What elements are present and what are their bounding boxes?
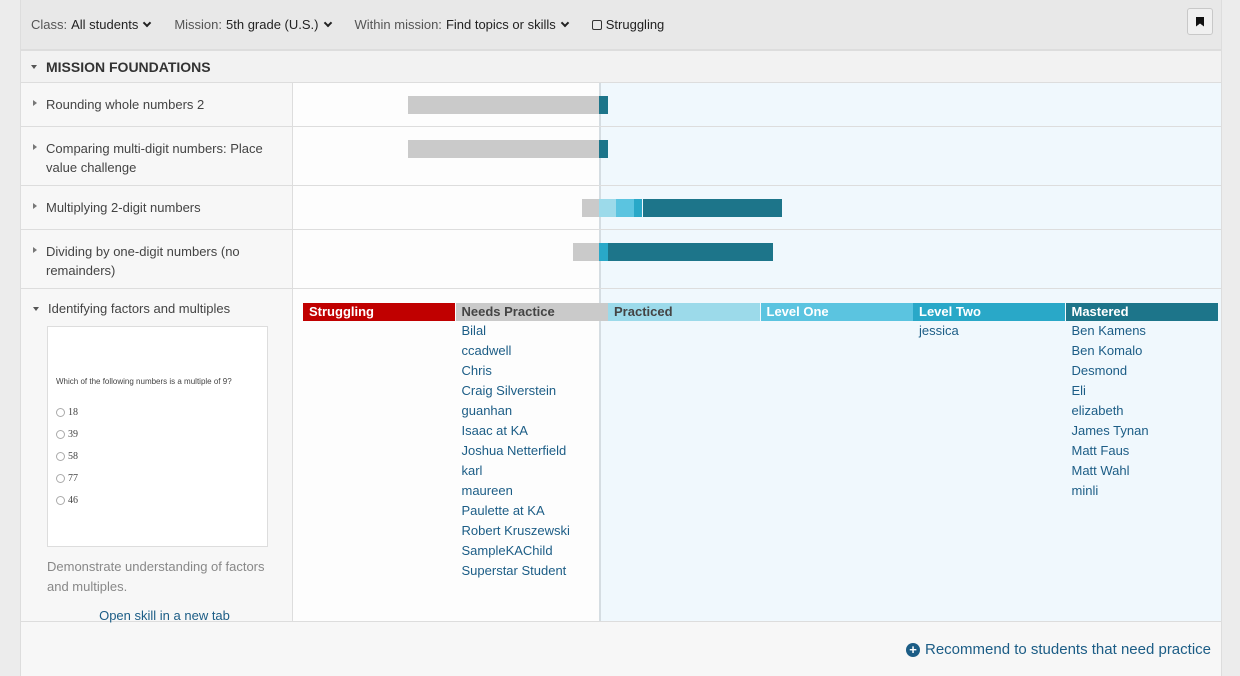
student-link[interactable]: Bilal (456, 321, 570, 341)
student-link[interactable]: Ben Kamens (1066, 321, 1149, 341)
bar-practiced[interactable] (599, 199, 617, 217)
skill-title[interactable]: Multiplying 2-digit numbers (46, 198, 201, 229)
student-list: jessica (913, 321, 959, 341)
expanded-skill-row: Identifying factors and multiples Which … (21, 289, 1221, 625)
bar-needs-practice[interactable] (407, 96, 599, 114)
skill-title[interactable]: Comparing multi-digit numbers: Place val… (46, 139, 282, 185)
bar-level-two[interactable] (599, 243, 608, 261)
mastery-breakdown: Struggling Needs Practice Bilal ccadwell Chr… (293, 289, 1221, 621)
student-link[interactable]: elizabeth (1066, 401, 1149, 421)
student-link[interactable]: Paulette at KA (456, 501, 570, 521)
caret-down-icon (31, 64, 37, 69)
student-link[interactable]: Robert Kruszewski (456, 521, 570, 541)
preview-option: 46 (56, 489, 78, 511)
bar-needs-practice[interactable] (581, 199, 599, 217)
student-link[interactable]: Chris (456, 361, 570, 381)
student-link[interactable]: maureen (456, 481, 570, 501)
chevron-down-icon (143, 18, 152, 27)
skill-title[interactable]: Dividing by one-digit numbers (no remain… (46, 242, 282, 288)
struggling-checkbox[interactable]: Struggling (591, 17, 664, 32)
preview-option: 39 (56, 423, 78, 445)
bar-needs-practice[interactable] (407, 140, 599, 158)
mission-progress-panel: Class: All students Mission: 5th grade (U.… (20, 0, 1222, 676)
student-link[interactable]: Craig Silverstein (456, 381, 570, 401)
axis-line (599, 289, 601, 621)
filter-toolbar: Class: All students Mission: 5th grade (U.… (21, 0, 1221, 51)
student-link[interactable]: Matt Wahl (1066, 461, 1149, 481)
within-mission-filter[interactable]: Within mission: Find topics or skills (355, 17, 569, 32)
bar-level-two[interactable] (633, 199, 643, 217)
radio-icon (56, 429, 65, 439)
preview-question: Which of the following numbers is a mult… (56, 377, 232, 386)
bookmark-button[interactable] (1187, 8, 1213, 35)
chevron-down-icon (323, 18, 332, 27)
caret-right-icon (33, 247, 37, 253)
legend-struggling: Struggling (303, 303, 455, 321)
skill-row[interactable]: Multiplying 2-digit numbers (21, 186, 1221, 230)
legend-level-two: Level Two (913, 303, 1065, 321)
student-link[interactable]: karl (456, 461, 570, 481)
class-filter[interactable]: Class: All students (31, 17, 152, 32)
student-link[interactable]: SampleKAChild (456, 541, 570, 561)
open-skill-link[interactable]: Open skill in a new tab (47, 606, 282, 625)
radio-icon (56, 473, 65, 483)
student-link[interactable]: minli (1066, 481, 1149, 501)
skill-title[interactable]: Rounding whole numbers 2 (46, 95, 204, 126)
bar-mastered[interactable] (599, 140, 608, 158)
bar-mastered[interactable] (642, 199, 782, 217)
student-list: Bilal ccadwell Chris Craig Silverstein guanh… (456, 321, 570, 581)
caret-right-icon (33, 144, 37, 150)
bar-mastered[interactable] (599, 96, 608, 114)
student-link[interactable]: Matt Faus (1066, 441, 1149, 461)
student-link[interactable]: Joshua Netterfield (456, 441, 570, 461)
radio-icon (56, 407, 65, 417)
chevron-down-icon (560, 18, 569, 27)
skill-toggle[interactable]: Identifying factors and multiples (33, 299, 282, 318)
bar-mastered[interactable] (607, 243, 773, 261)
bar-level-one[interactable] (616, 199, 634, 217)
plus-circle-icon: + (906, 642, 920, 657)
student-link[interactable]: jessica (913, 321, 959, 341)
student-link[interactable]: Ben Komalo (1066, 341, 1149, 361)
caret-right-icon (33, 100, 37, 106)
student-link[interactable]: Superstar Student (456, 561, 570, 581)
skill-row[interactable]: Rounding whole numbers 2 (21, 83, 1221, 127)
skill-preview: Which of the following numbers is a mult… (47, 326, 268, 547)
student-link[interactable]: ccadwell (456, 341, 570, 361)
preview-option: 77 (56, 467, 78, 489)
caret-right-icon (33, 203, 37, 209)
section-header[interactable]: MISSION FOUNDATIONS (21, 51, 1221, 83)
radio-icon (56, 495, 65, 505)
bookmark-icon (1196, 16, 1204, 27)
legend-level-one: Level One (760, 303, 913, 321)
checkbox-icon[interactable] (591, 19, 602, 30)
student-link[interactable]: Isaac at KA (456, 421, 570, 441)
skill-row[interactable]: Dividing by one-digit numbers (no remain… (21, 230, 1221, 289)
recommend-button[interactable]: + Recommend to students that need practic… (906, 641, 1211, 658)
legend-mastered: Mastered (1065, 303, 1218, 321)
student-link[interactable]: guanhan (456, 401, 570, 421)
legend-needs-practice: Needs Practice (455, 303, 608, 321)
student-link[interactable]: Desmond (1066, 361, 1149, 381)
mission-filter[interactable]: Mission: 5th grade (U.S.) (174, 17, 332, 32)
preview-option: 58 (56, 445, 78, 467)
legend-practiced: Practiced (608, 303, 760, 321)
bar-needs-practice[interactable] (572, 243, 599, 261)
student-link[interactable]: James Tynan (1066, 421, 1149, 441)
student-link[interactable]: Eli (1066, 381, 1149, 401)
radio-icon (56, 451, 65, 461)
skill-row[interactable]: Comparing multi-digit numbers: Place val… (21, 127, 1221, 186)
skill-description: Demonstrate understanding of factors and… (47, 559, 265, 594)
preview-option: 18 (56, 401, 78, 423)
caret-down-icon (33, 307, 39, 311)
student-list: Ben Kamens Ben Komalo Desmond Eli elizabeth J… (1066, 321, 1149, 501)
